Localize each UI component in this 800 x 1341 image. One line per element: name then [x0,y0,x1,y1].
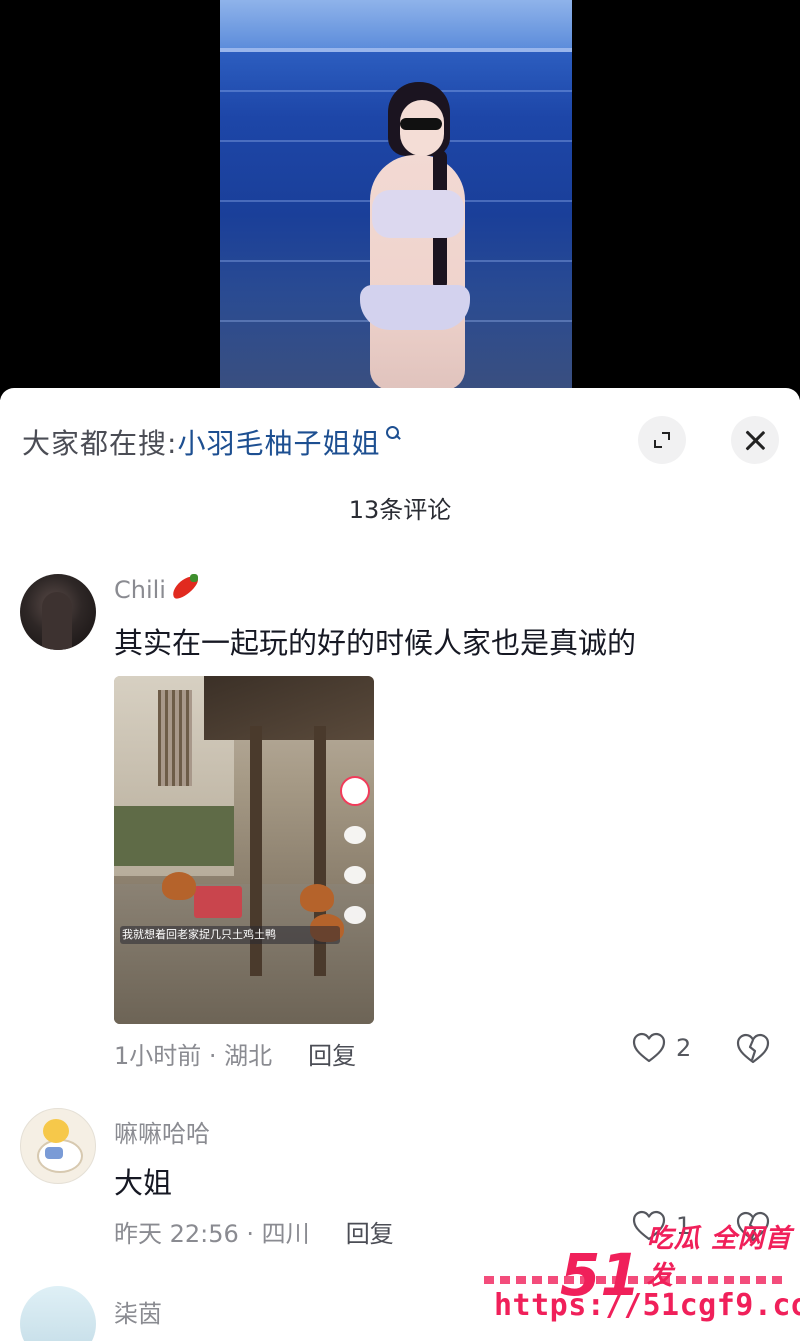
expand-icon [652,430,672,450]
comment-meta: 昨天 22:56 · 四川 回复 [114,1214,394,1249]
avatar[interactable] [20,1108,96,1184]
trending-search[interactable]: 大家都在搜: 小羽毛柚子姐姐 [22,422,400,462]
avatar[interactable] [20,1286,96,1341]
expand-button[interactable] [638,416,686,464]
close-button[interactable] [731,416,779,464]
comment-count: 13条评论 [348,496,452,524]
comment-username[interactable]: 嘛嘛哈哈 [114,1114,210,1149]
avatar[interactable] [20,574,96,650]
comment-panel: 大家都在搜: 小羽毛柚子姐姐 13条评论 Chili 其实在一起玩的好的时候人家… [0,388,800,1341]
video-player[interactable] [0,0,800,400]
close-icon [744,429,766,451]
like-button[interactable]: 2 [632,1032,691,1064]
comment-username[interactable]: 柒茵 [114,1294,162,1329]
trending-search-prefix: 大家都在搜: [22,427,178,460]
reply-button[interactable]: 回复 [346,1214,394,1249]
comment-text: 大姐 [114,1166,173,1200]
comment-username[interactable]: Chili [114,571,201,606]
watermark-url: https://51cgf9.com [494,1288,800,1323]
trending-search-term[interactable]: 小羽毛柚子姐姐 [177,422,380,462]
heart-icon [632,1032,666,1064]
reply-button[interactable]: 回复 [308,1036,356,1071]
comment-text: 其实在一起玩的好的时候人家也是真诚的 [114,626,637,660]
chili-icon [168,571,201,603]
watermark-stripe [484,1276,784,1284]
image-caption: 我就想着回老家捉几只土鸡土鸭 [122,928,276,941]
comment-image[interactable]: 我就想着回老家捉几只土鸡土鸭 [114,676,374,1024]
video-frame [220,0,572,392]
comment-time-location: 昨天 22:56 · 四川 [114,1220,310,1248]
dislike-icon[interactable] [736,1033,770,1065]
comment-meta: 1小时前 · 湖北 回复 [114,1036,356,1071]
search-icon[interactable] [386,426,400,440]
comment-time-location: 1小时前 · 湖北 [114,1042,273,1070]
like-count: 2 [676,1034,692,1062]
